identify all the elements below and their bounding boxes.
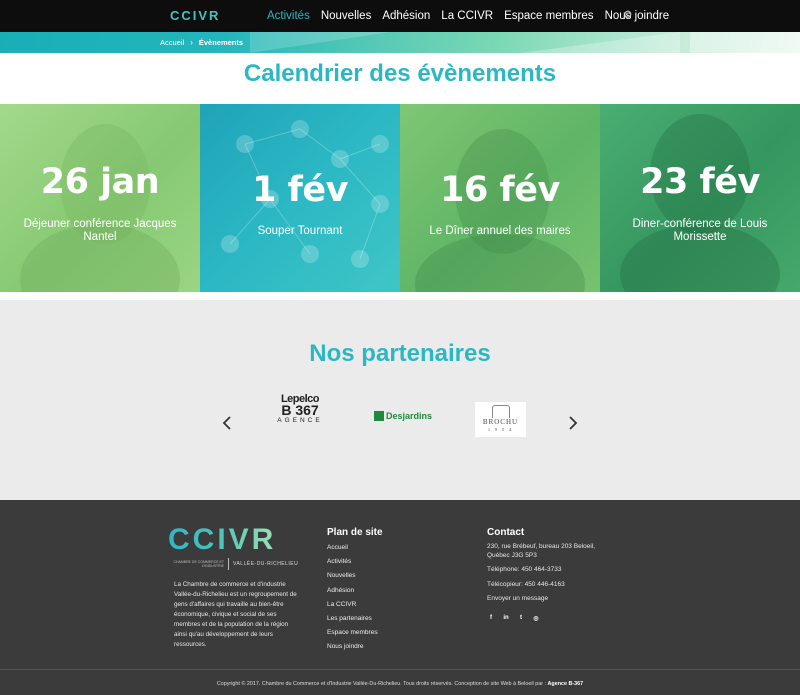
event-name: Le Dîner annuel des maires bbox=[429, 225, 571, 237]
phone-text: Téléphone: 450 464-3733 bbox=[487, 566, 562, 573]
copyright-text: Copyright © 2017. Chambre du Commerce et… bbox=[216, 681, 584, 687]
breadcrumb-current: Évènements bbox=[198, 38, 244, 47]
crest-icon bbox=[491, 405, 510, 418]
footer-logo-subtitle: CHAMBRE DE COMMERCE ET D'INDUSTRIE VALLÉ… bbox=[173, 558, 299, 570]
instagram-icon[interactable]: ◎ bbox=[532, 614, 540, 622]
facebook-icon[interactable]: f bbox=[487, 614, 495, 622]
event-name: Diner-conférence de Louis Morissette bbox=[632, 218, 768, 243]
plan-title: Plan de site bbox=[327, 527, 383, 538]
address-line: 230, rue Brébeuf, bureau 203 Beloeil, bbox=[487, 543, 596, 550]
address-line: Québec J3G 5P3 bbox=[487, 551, 537, 559]
partner-logo-desjardins[interactable]: Desjardins bbox=[374, 411, 432, 421]
partner-logo-lepelco[interactable]: Lepelco B 367 AGENCE bbox=[270, 394, 330, 430]
partners-section: Nos partenaires Lepelco B 367 AGENCE Des… bbox=[0, 300, 800, 500]
nav-item-espace-membres[interactable]: Espace membres bbox=[504, 10, 593, 22]
event-name: Souper Tournant bbox=[257, 225, 343, 237]
breadcrumb: Accueil › Évènements bbox=[160, 38, 243, 47]
search-icon[interactable] bbox=[622, 10, 632, 20]
event-date: 23 fév bbox=[640, 162, 760, 202]
breadcrumb-home-link[interactable]: Accueil bbox=[160, 38, 184, 47]
top-navbar: CCIVR Activités Nouvelles Adhésion La CC… bbox=[0, 0, 800, 32]
sitemap-link-accueil[interactable]: Accueil bbox=[327, 544, 378, 558]
nav-item-activites[interactable]: Activités bbox=[267, 10, 310, 22]
event-date: 26 jan bbox=[40, 162, 160, 202]
sitemap-link-adhesion[interactable]: Adhésion bbox=[327, 587, 378, 601]
event-tile-3[interactable]: 16 fév Le Dîner annuel des maires bbox=[400, 104, 600, 292]
event-tile-1[interactable]: 26 jan Déjeuner conférence Jacques Nante… bbox=[0, 104, 200, 292]
event-tile-4[interactable]: 23 fév Diner-conférence de Louis Morisse… bbox=[600, 104, 800, 292]
chevron-right-icon[interactable] bbox=[566, 415, 580, 431]
nav-item-la-ccivr[interactable]: La CCIVR bbox=[441, 10, 493, 22]
nav-item-adhesion[interactable]: Adhésion bbox=[382, 10, 430, 22]
footer-divider bbox=[0, 669, 800, 670]
main-nav: Activités Nouvelles Adhésion La CCIVR Es… bbox=[267, 0, 680, 32]
partners-title: Nos partenaires bbox=[309, 340, 491, 367]
agency-link[interactable]: Agence B-367 bbox=[548, 681, 584, 687]
nav-item-nouvelles[interactable]: Nouvelles bbox=[321, 10, 372, 22]
linkedin-icon[interactable]: in bbox=[502, 614, 510, 622]
sitemap-link-espace-membres[interactable]: Espace membres bbox=[327, 629, 378, 643]
chevron-left-icon[interactable] bbox=[220, 415, 234, 431]
contact-title: Contact bbox=[487, 527, 525, 538]
social-links: f in t ◎ bbox=[487, 614, 547, 622]
desjardins-logo-icon bbox=[374, 411, 384, 421]
breadcrumb-separator-icon: › bbox=[190, 38, 193, 47]
breadcrumb-banner bbox=[0, 32, 800, 53]
event-tile-2[interactable]: 1 fév Souper Tournant bbox=[200, 104, 400, 292]
events-grid: 26 jan Déjeuner conférence Jacques Nante… bbox=[0, 104, 800, 292]
twitter-icon[interactable]: t bbox=[517, 614, 525, 622]
sitemap-link-partenaires[interactable]: Les partenaires bbox=[327, 615, 378, 629]
page-title: Calendrier des évènements bbox=[243, 60, 557, 87]
footer-logo[interactable]: CCIVR bbox=[168, 525, 276, 555]
fax-text: Télécopieur: 450 446-4163 bbox=[487, 580, 565, 588]
event-name: Déjeuner conférence Jacques Nantel bbox=[23, 218, 177, 243]
nav-item-nous-joindre[interactable]: Nous joindre bbox=[605, 10, 670, 22]
contact-info: 230, rue Brébeuf, bureau 203 Beloeil, Qu… bbox=[487, 543, 627, 604]
event-date: 16 fév bbox=[440, 170, 560, 210]
site-footer: CCIVR CHAMBRE DE COMMERCE ET D'INDUSTRIE… bbox=[0, 500, 800, 695]
site-logo[interactable]: CCIVR bbox=[170, 8, 220, 23]
event-date: 1 fév bbox=[252, 170, 348, 210]
sitemap-link-activites[interactable]: Activités bbox=[327, 558, 378, 572]
sitemap-list: Accueil Activités Nouvelles Adhésion La … bbox=[327, 544, 378, 658]
sitemap-link-la-ccivr[interactable]: La CCIVR bbox=[327, 601, 378, 615]
email-link[interactable]: Envoyer un message bbox=[487, 595, 627, 604]
partner-logo-brochu[interactable]: BROCHU 1 9 5 4 bbox=[475, 402, 526, 437]
sitemap-link-nouvelles[interactable]: Nouvelles bbox=[327, 572, 378, 586]
sitemap-link-nous-joindre[interactable]: Nous joindre bbox=[327, 643, 378, 657]
footer-about-text: La Chambre de commerce et d'industrie Va… bbox=[174, 581, 297, 648]
